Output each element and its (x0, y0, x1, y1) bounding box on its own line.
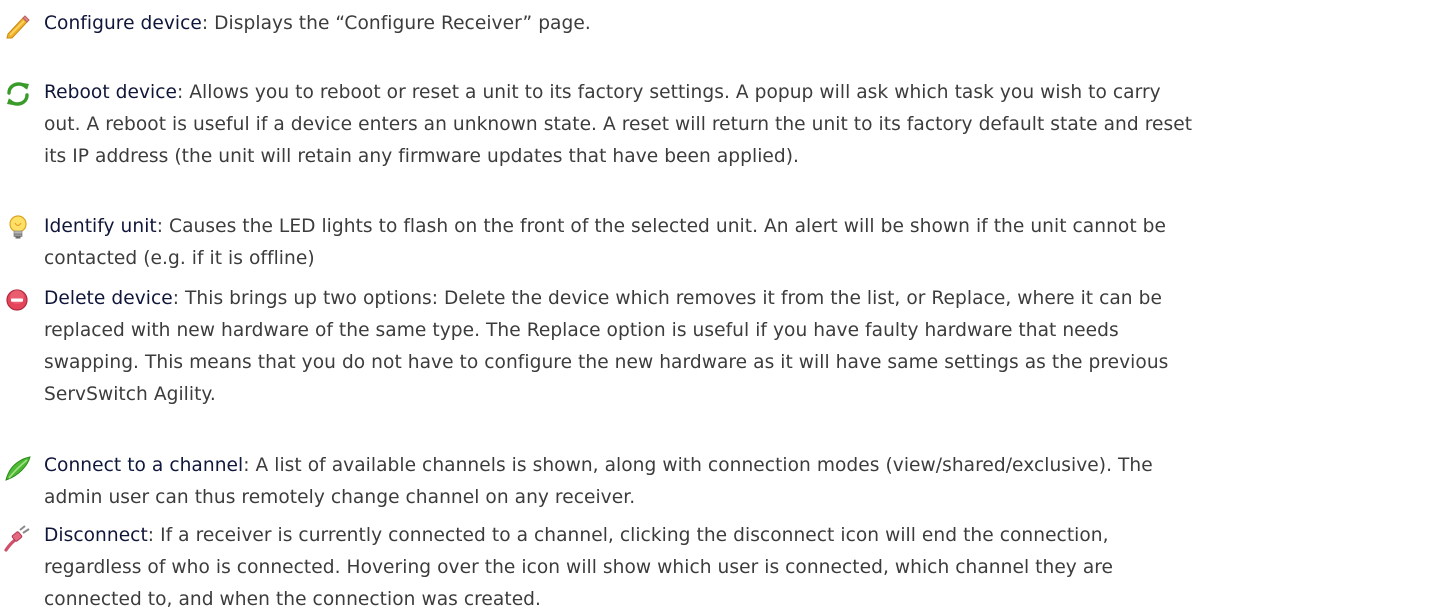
text-line: Connect to a channel: A list of availabl… (44, 450, 1424, 482)
text-line: replaced with new hardware of the same t… (44, 320, 1119, 341)
text-line: connected to, and when the connection wa… (44, 589, 541, 610)
lightbulb-icon (4, 213, 32, 241)
term-label: Disconnect (44, 525, 148, 546)
text-line: Delete device: This brings up two option… (44, 283, 1424, 315)
pencil-icon (4, 12, 32, 40)
legend-entry-text: Disconnect: If a receiver is currently c… (44, 520, 1424, 616)
disconnect-plug-icon (4, 524, 32, 552)
text-line: Configure device: Displays the “Configur… (44, 8, 1424, 40)
description-text: : Allows you to reboot or reset a unit t… (177, 82, 1161, 103)
text-line: swapping. This means that you do not hav… (44, 352, 1169, 373)
connect-plug-icon (4, 454, 32, 482)
legend-entry-text: Connect to a channel: A list of availabl… (44, 450, 1424, 514)
text-line: its IP address (the unit will retain any… (44, 146, 800, 167)
delete-circle-icon (4, 287, 32, 315)
text-line: Reboot device: Allows you to reboot or r… (44, 77, 1424, 109)
term-label: Identify unit (44, 216, 157, 237)
description-text: : If a receiver is currently connected t… (147, 525, 1109, 546)
description-text: : This brings up two options: Delete the… (172, 288, 1162, 309)
description-text: : A list of available channels is shown,… (243, 455, 1153, 476)
legend-entry-text: Delete device: This brings up two option… (44, 283, 1424, 411)
text-line: Identify unit: Causes the LED lights to … (44, 211, 1424, 243)
text-line: admin user can thus remotely change chan… (44, 487, 636, 508)
text-line: Disconnect: If a receiver is currently c… (44, 520, 1424, 552)
text-line: contacted (e.g. if it is offline) (44, 248, 315, 269)
text-line: regardless of who is connected. Hovering… (44, 557, 1114, 578)
term-label: Configure device (44, 13, 202, 34)
refresh-arrows-icon (4, 80, 32, 108)
term-label: Connect to a channel (44, 455, 244, 476)
legend-entry-text: Configure device: Displays the “Configur… (44, 8, 1424, 40)
text-line: out. A reboot is useful if a device ente… (44, 114, 1193, 135)
term-label: Reboot device (44, 82, 178, 103)
legend-entry-text: Reboot device: Allows you to reboot or r… (44, 77, 1424, 173)
description-text: : Displays the “Configure Receiver” page… (201, 13, 591, 34)
term-label: Delete device (44, 288, 173, 309)
text-line: ServSwitch Agility. (44, 384, 216, 405)
legend-entry-text: Identify unit: Causes the LED lights to … (44, 211, 1424, 275)
description-text: : Causes the LED lights to flash on the … (156, 216, 1166, 237)
